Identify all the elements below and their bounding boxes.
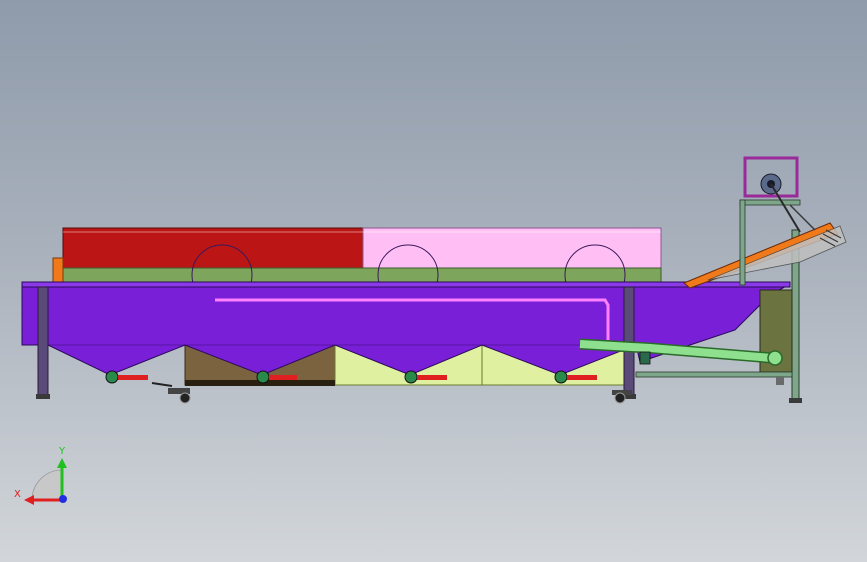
rail-bracket xyxy=(776,377,784,385)
incline-conveyor xyxy=(683,222,847,289)
caster-1 xyxy=(151,382,191,404)
foot-right xyxy=(789,398,802,403)
frame-rail xyxy=(635,371,793,378)
z-axis-dot xyxy=(59,495,67,503)
y-axis-label: Y xyxy=(58,446,66,457)
foot-left xyxy=(36,394,50,399)
x-axis-label: X xyxy=(14,489,21,500)
tank-body xyxy=(21,283,791,376)
drain-valve-1 xyxy=(105,370,148,384)
end-cap xyxy=(52,257,64,285)
leg-middle xyxy=(623,286,635,396)
tank-rim xyxy=(21,281,791,288)
x-arrow xyxy=(24,495,34,505)
y-arrow xyxy=(57,458,67,468)
washer-machine-drawing: Y X xyxy=(14,156,847,505)
cover-red xyxy=(62,227,364,271)
cover-pink xyxy=(362,227,662,271)
leg-left xyxy=(37,286,49,396)
cad-viewport[interactable]: Y X xyxy=(0,0,867,562)
triad-backplane xyxy=(31,469,63,501)
axis-triad: Y X xyxy=(14,446,67,505)
